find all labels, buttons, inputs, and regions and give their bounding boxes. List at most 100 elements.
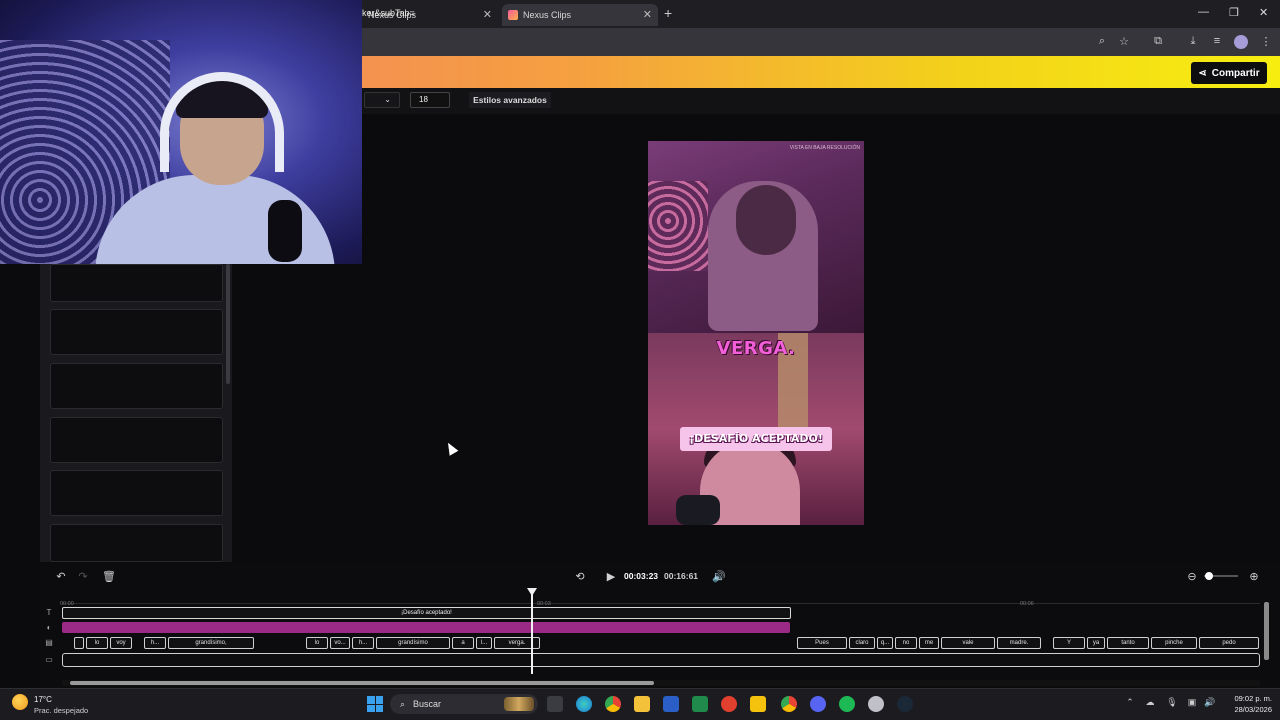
minimize-icon[interactable]: —: [1198, 6, 1209, 18]
preview-person-head: [736, 185, 796, 255]
pdf-app-icon[interactable]: [721, 696, 737, 712]
discord-icon[interactable]: [810, 696, 826, 712]
media-card[interactable]: [50, 417, 223, 463]
clock-date[interactable]: 28/03/2026: [1226, 705, 1272, 714]
excel-icon[interactable]: [692, 696, 708, 712]
video-preview[interactable]: VISTA EN BAJA RESOLUCIÓN VERGA. ¡DESAFÍO…: [648, 141, 864, 525]
font-size-input[interactable]: 18: [410, 92, 450, 108]
delete-icon[interactable]: 🗑: [102, 570, 116, 583]
text-clip[interactable]: ¡Desafío aceptado!: [62, 607, 791, 619]
caption-clip[interactable]: Pues: [797, 637, 847, 649]
caption-clip[interactable]: pedo: [1199, 637, 1259, 649]
share-button[interactable]: ⋖ Compartir: [1191, 62, 1267, 84]
caption-clip[interactable]: vale: [941, 637, 995, 649]
media-card[interactable]: [50, 524, 223, 562]
media-controls-icon[interactable]: ≡: [1210, 35, 1224, 47]
caption-clip[interactable]: Y: [1053, 637, 1085, 649]
playhead[interactable]: [531, 590, 533, 674]
weather-temperature[interactable]: 17°C: [34, 695, 52, 704]
zoom-icon[interactable]: ⌕: [1095, 35, 1109, 48]
spotify-icon[interactable]: [839, 696, 855, 712]
preview-microphone: [676, 495, 720, 525]
taskbar-search[interactable]: ⌕ Buscar: [390, 694, 538, 714]
clock-time[interactable]: 09:02 p. m.: [1226, 694, 1272, 703]
new-tab-icon[interactable]: +: [664, 5, 672, 21]
zoom-out-icon[interactable]: ⊖: [1185, 570, 1199, 583]
zoom-slider-handle[interactable]: [1205, 572, 1213, 580]
close-tab-icon[interactable]: ✕: [643, 8, 652, 21]
caption-clip[interactable]: voy: [110, 637, 132, 649]
redo-icon[interactable]: ↷: [76, 570, 90, 583]
speaker-icon[interactable]: 🔊: [1204, 697, 1216, 708]
more-menu-icon[interactable]: ⋮: [1259, 35, 1273, 48]
panel-scrollbar[interactable]: [226, 264, 230, 384]
weather-icon[interactable]: [12, 694, 28, 710]
steam-icon[interactable]: [897, 696, 913, 712]
caption-clip[interactable]: lo: [306, 637, 328, 649]
effect-clip[interactable]: [62, 622, 790, 633]
caption-clip[interactable]: madre.: [997, 637, 1041, 649]
caption-clip[interactable]: pinche: [1151, 637, 1197, 649]
caption-clip[interactable]: verga.: [494, 637, 540, 649]
media-card[interactable]: [50, 363, 223, 409]
preview-caption[interactable]: ¡DESAFÍO ACEPTADO!: [680, 427, 832, 451]
caption-clip[interactable]: grandísimo,: [168, 637, 254, 649]
task-view-icon[interactable]: [547, 696, 563, 712]
timeline-ruler[interactable]: [62, 594, 1260, 604]
caption-clip[interactable]: [74, 637, 84, 649]
start-menu-icon[interactable]: [367, 696, 383, 712]
caption-clip[interactable]: claro: [849, 637, 875, 649]
timeline-scrollbar-thumb[interactable]: [70, 681, 654, 685]
extensions-icon[interactable]: ⧉: [1151, 35, 1165, 48]
play-icon[interactable]: ▶: [604, 570, 618, 583]
caption-clip[interactable]: vo...: [330, 637, 350, 649]
weather-description[interactable]: Prac. despejado: [34, 706, 88, 715]
app-icon[interactable]: [868, 696, 884, 712]
url-text[interactable]: ker&subTab=: [362, 8, 415, 18]
sticky-notes-icon[interactable]: [750, 696, 766, 712]
caption-clip[interactable]: h...: [144, 637, 166, 649]
caption-clip[interactable]: l...: [476, 637, 492, 649]
download-icon[interactable]: ⤓: [1186, 35, 1200, 48]
microphone-icon[interactable]: 🎙: [1166, 697, 1178, 708]
tray-overflow-icon[interactable]: ⌃: [1124, 697, 1136, 708]
bookmark-star-icon[interactable]: ☆: [1117, 35, 1131, 48]
edge-browser-icon[interactable]: [576, 696, 592, 712]
tab-label: Nexus Clips: [523, 10, 572, 20]
caption-clip[interactable]: h...: [352, 637, 374, 649]
font-dropdown[interactable]: ⌄: [364, 92, 400, 108]
volume-icon[interactable]: 🔊: [712, 570, 726, 583]
caption-clip[interactable]: no: [895, 637, 917, 649]
close-window-icon[interactable]: ✕: [1259, 6, 1268, 19]
preview-title-text[interactable]: VERGA.: [648, 338, 864, 359]
video-clip[interactable]: [62, 653, 1260, 667]
captions-track-icon: ▤: [45, 638, 53, 647]
media-card[interactable]: [50, 470, 223, 516]
zoom-in-icon[interactable]: ⊕: [1247, 570, 1261, 583]
profile-avatar[interactable]: [1234, 35, 1248, 49]
media-card[interactable]: [50, 264, 223, 302]
caption-clip[interactable]: lo: [86, 637, 108, 649]
caption-clip[interactable]: a: [452, 637, 474, 649]
caption-clip[interactable]: tanto: [1107, 637, 1149, 649]
caption-clip[interactable]: ya: [1087, 637, 1105, 649]
caption-clip[interactable]: q...: [877, 637, 893, 649]
chrome-icon[interactable]: [605, 696, 621, 712]
search-placeholder: Buscar: [413, 699, 442, 709]
media-card[interactable]: [50, 309, 223, 355]
webcam-headphones: [160, 72, 284, 172]
caption-clip[interactable]: me: [919, 637, 939, 649]
browser-tab-active[interactable]: Nexus Clips ✕: [502, 4, 658, 26]
caption-clip[interactable]: grandísimo: [376, 637, 450, 649]
chrome-active-icon[interactable]: [781, 696, 797, 712]
word-icon[interactable]: [663, 696, 679, 712]
file-explorer-icon[interactable]: [634, 696, 650, 712]
advanced-styles-button[interactable]: Estilos avanzados: [469, 92, 551, 108]
undo-icon[interactable]: ↶: [54, 570, 68, 583]
tray-app-icon[interactable]: ☁: [1144, 697, 1156, 708]
network-icon[interactable]: ▣: [1186, 697, 1198, 708]
timeline-vertical-scrollbar[interactable]: [1264, 602, 1269, 660]
maximize-icon[interactable]: ❐: [1229, 6, 1239, 19]
rewind-icon[interactable]: ⟲: [573, 570, 587, 583]
close-tab-icon[interactable]: ✕: [483, 8, 492, 21]
